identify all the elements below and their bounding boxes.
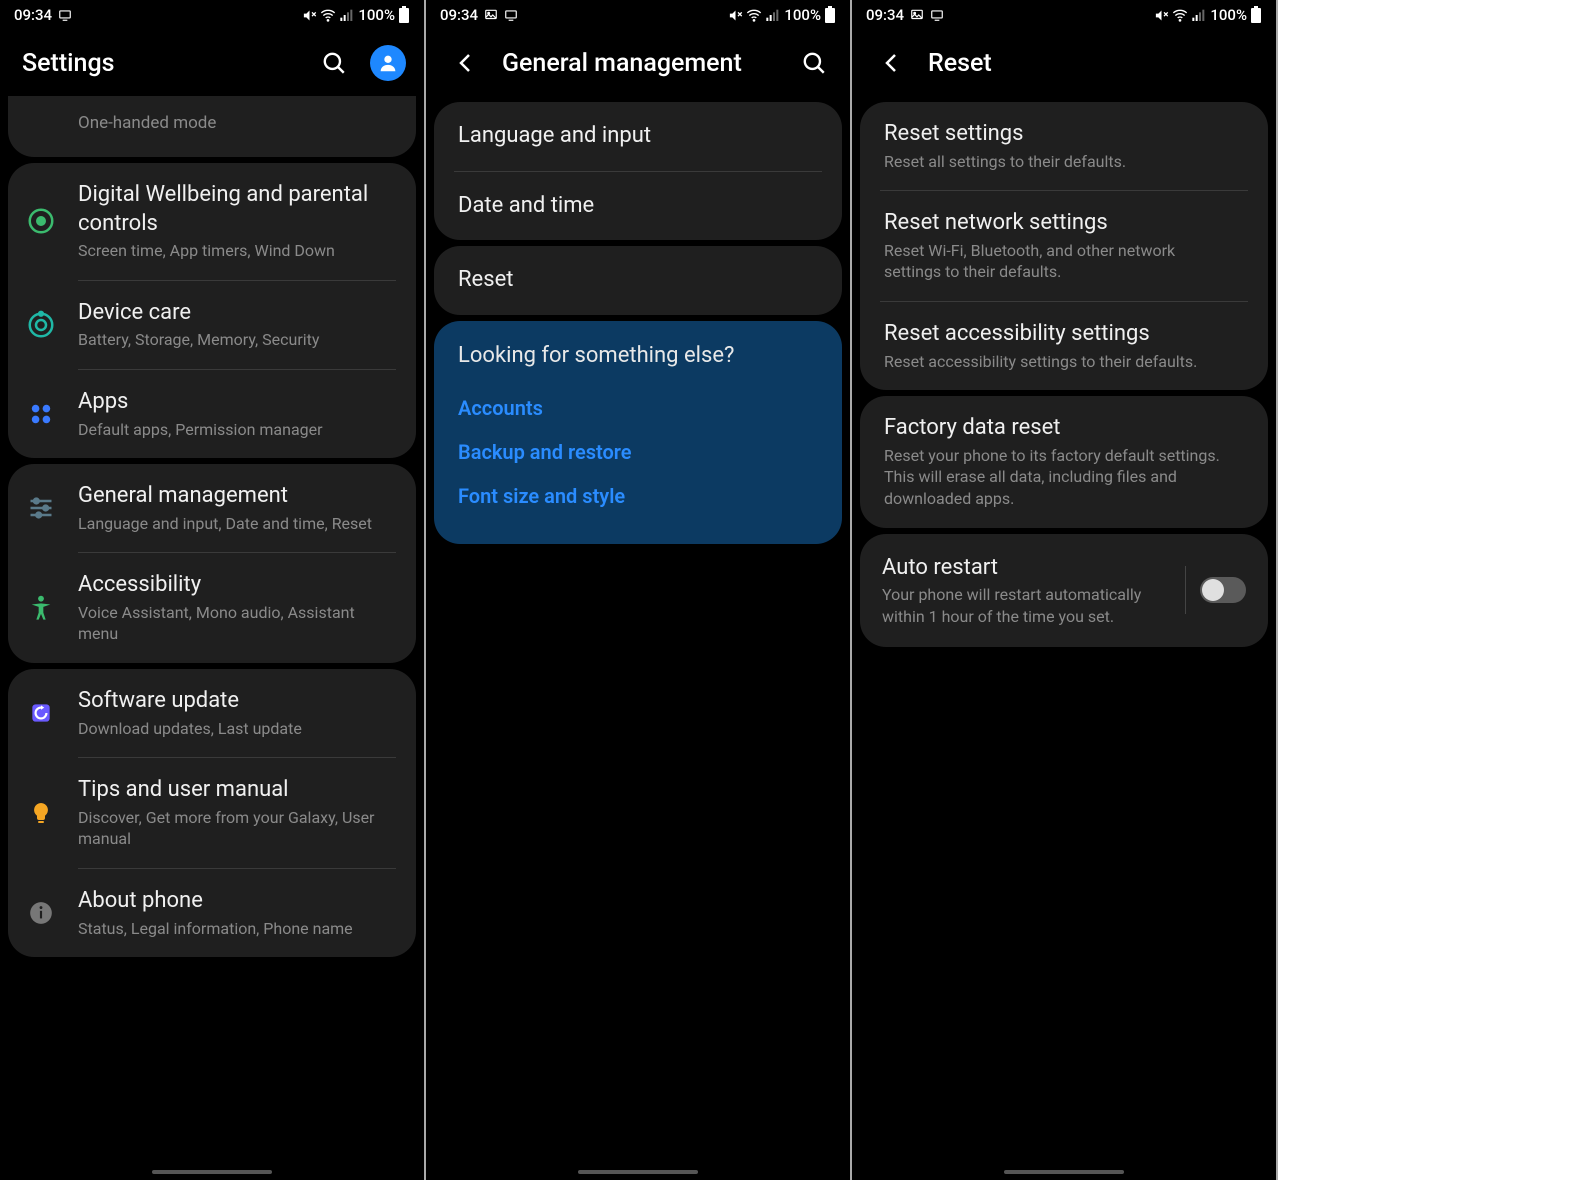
sliders-icon <box>24 491 58 525</box>
search-icon <box>801 50 827 76</box>
nav-handle[interactable] <box>1004 1170 1124 1174</box>
row-reset[interactable]: Reset <box>434 246 842 315</box>
image-icon <box>484 8 498 22</box>
card-gm-1: Language and input Date and time <box>434 102 842 240</box>
screenshot-icon <box>930 8 944 22</box>
row-one-handed[interactable]: One-handed mode <box>8 96 416 157</box>
card-group-1: Digital Wellbeing and parental controls … <box>8 163 416 458</box>
link-font-size-style[interactable]: Font size and style <box>458 474 818 518</box>
accessibility-icon <box>24 591 58 625</box>
update-icon <box>24 696 58 730</box>
signal-icon <box>765 7 781 23</box>
row-date-time[interactable]: Date and time <box>434 172 842 241</box>
status-bar: 09:34 100% <box>852 0 1276 30</box>
back-button[interactable] <box>448 45 484 81</box>
device-care-icon <box>24 308 58 342</box>
row-tips[interactable]: Tips and user manual Discover, Get more … <box>8 758 416 868</box>
battery-percent: 100% <box>784 6 821 24</box>
mute-icon <box>302 8 317 23</box>
search-icon <box>321 50 347 76</box>
row-software-update[interactable]: Software update Download updates, Last u… <box>8 669 416 757</box>
row-general-management[interactable]: General management Language and input, D… <box>8 464 416 552</box>
wifi-icon <box>320 7 336 23</box>
row-device-care[interactable]: Device care Battery, Storage, Memory, Se… <box>8 281 416 369</box>
signal-icon <box>339 7 355 23</box>
image-icon <box>910 8 924 22</box>
wifi-icon <box>1172 7 1188 23</box>
battery-icon <box>398 6 410 24</box>
looking-heading: Looking for something else? <box>458 343 818 368</box>
battery-percent: 100% <box>358 6 395 24</box>
chevron-left-icon <box>454 51 478 75</box>
row-about-phone[interactable]: About phone Status, Legal information, P… <box>8 869 416 957</box>
row-digital-wellbeing[interactable]: Digital Wellbeing and parental controls … <box>8 163 416 280</box>
phone-general-management: 09:34 100% General management Language a… <box>426 0 852 1180</box>
card-advanced-partial: One-handed mode <box>8 96 416 157</box>
screenshot-icon <box>504 8 518 22</box>
row-factory-reset[interactable]: Factory data reset Reset your phone to i… <box>860 396 1268 527</box>
card-gm-2: Reset <box>434 246 842 315</box>
profile-button[interactable] <box>370 45 406 81</box>
battery-percent: 100% <box>1210 6 1247 24</box>
nav-handle[interactable] <box>578 1170 698 1174</box>
page-title: Settings <box>22 49 298 78</box>
mute-icon <box>1154 8 1169 23</box>
phone-settings: 09:34 100% Settings <box>0 0 426 1180</box>
nav-handle[interactable] <box>152 1170 272 1174</box>
status-time: 09:34 <box>440 6 478 24</box>
apps-icon <box>24 397 58 431</box>
card-reset-3: Auto restart Your phone will restart aut… <box>860 534 1268 648</box>
battery-icon <box>1250 6 1262 24</box>
reset-content[interactable]: Reset settings Reset all settings to the… <box>852 96 1276 1180</box>
row-auto-restart[interactable]: Auto restart Your phone will restart aut… <box>860 534 1268 648</box>
card-looking-for: Looking for something else? Accounts Bac… <box>434 321 842 544</box>
header: Settings <box>0 30 424 96</box>
person-icon <box>377 52 399 74</box>
screenshot-icon <box>58 8 72 22</box>
card-group-3: Software update Download updates, Last u… <box>8 669 416 957</box>
chevron-left-icon <box>880 51 904 75</box>
page-title: Reset <box>928 49 1258 78</box>
row-accessibility[interactable]: Accessibility Voice Assistant, Mono audi… <box>8 553 416 663</box>
card-reset-2: Factory data reset Reset your phone to i… <box>860 396 1268 527</box>
back-button[interactable] <box>874 45 910 81</box>
status-time: 09:34 <box>14 6 52 24</box>
wellbeing-icon <box>24 204 58 238</box>
search-button[interactable] <box>796 45 832 81</box>
page-title: General management <box>502 49 778 78</box>
link-backup-restore[interactable]: Backup and restore <box>458 430 818 474</box>
info-icon <box>24 896 58 930</box>
card-reset-1: Reset settings Reset all settings to the… <box>860 102 1268 390</box>
status-bar: 09:34 100% <box>426 0 850 30</box>
row-language-input[interactable]: Language and input <box>434 102 842 171</box>
wifi-icon <box>746 7 762 23</box>
phone-reset: 09:34 100% Reset Reset settings Reset al… <box>852 0 1278 1180</box>
row-reset-network[interactable]: Reset network settings Reset Wi-Fi, Blue… <box>860 191 1268 301</box>
row-reset-accessibility[interactable]: Reset accessibility settings Reset acces… <box>860 302 1268 390</box>
auto-restart-toggle[interactable] <box>1200 577 1246 603</box>
signal-icon <box>1191 7 1207 23</box>
header: Reset <box>852 30 1276 96</box>
status-time: 09:34 <box>866 6 904 24</box>
status-bar: 09:34 100% <box>0 0 424 30</box>
row-reset-settings[interactable]: Reset settings Reset all settings to the… <box>860 102 1268 190</box>
link-accounts[interactable]: Accounts <box>458 386 818 430</box>
row-apps[interactable]: Apps Default apps, Permission manager <box>8 370 416 458</box>
header: General management <box>426 30 850 96</box>
lightbulb-icon <box>24 796 58 830</box>
search-button[interactable] <box>316 45 352 81</box>
card-group-2: General management Language and input, D… <box>8 464 416 663</box>
mute-icon <box>728 8 743 23</box>
gm-content[interactable]: Language and input Date and time Reset L… <box>426 96 850 1180</box>
settings-content[interactable]: One-handed mode Digital Wellbeing and pa… <box>0 96 424 1180</box>
battery-icon <box>824 6 836 24</box>
